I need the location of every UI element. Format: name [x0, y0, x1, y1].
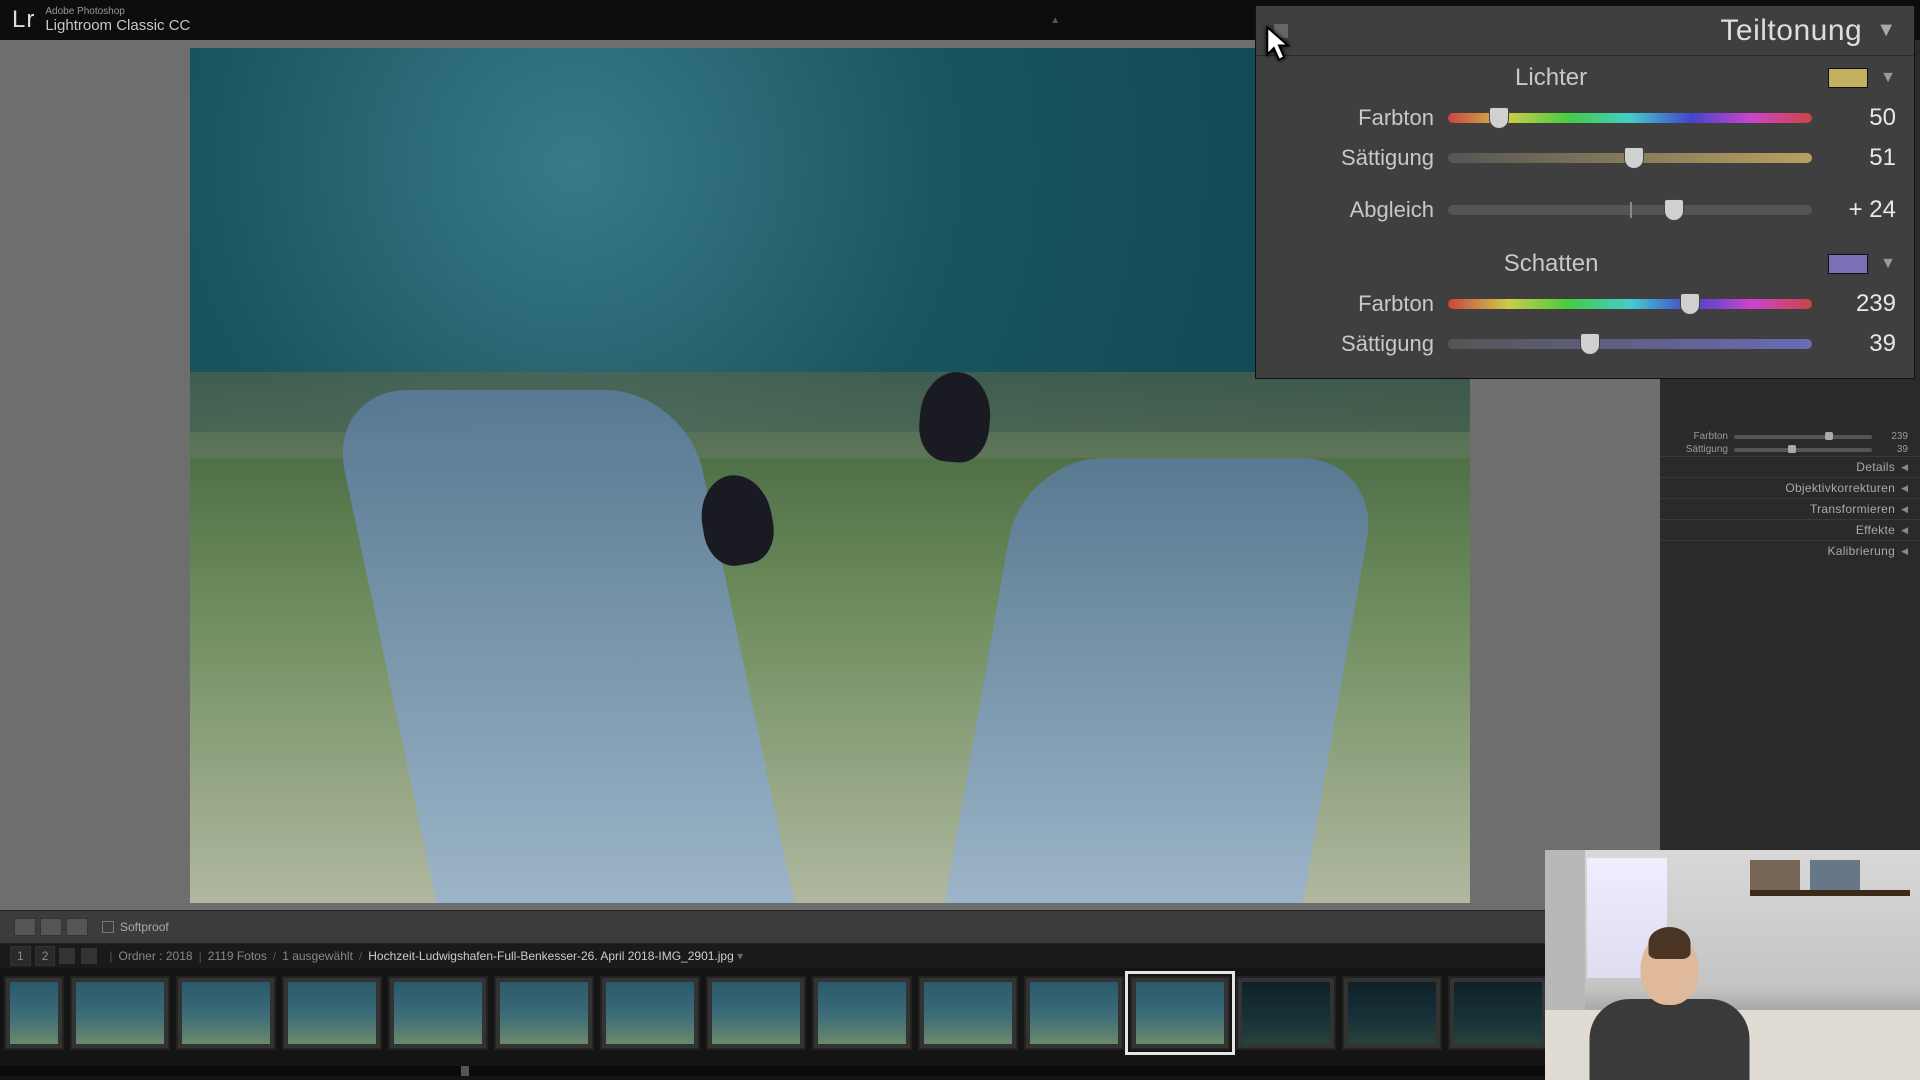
- slider-thumb[interactable]: [1664, 199, 1684, 221]
- scrollbar-thumb[interactable]: [461, 1066, 469, 1076]
- softproof-label: Softproof: [120, 920, 169, 934]
- folder-label: Ordner :: [119, 949, 163, 963]
- filmstrip-thumb[interactable]: [4, 976, 64, 1050]
- slider-thumb[interactable]: [1680, 293, 1700, 315]
- mini-shadow-sat-row[interactable]: Sättigung 39: [1660, 443, 1920, 456]
- chevron-left-icon: ◀: [1901, 462, 1908, 473]
- balance-label: Abgleich: [1274, 197, 1434, 223]
- chevron-down-icon[interactable]: ▾: [737, 949, 743, 963]
- split-toning-panel: Teiltonung ▼ Lichter ▼ Farbton 50 Sättig…: [1255, 5, 1915, 379]
- filmstrip-thumb[interactable]: [600, 976, 700, 1050]
- grid-icon[interactable]: [59, 948, 75, 964]
- filmstrip-thumb[interactable]: [1130, 976, 1230, 1050]
- mini-shadow-sat-value: 39: [1878, 444, 1908, 455]
- chevron-down-icon[interactable]: ▼: [1876, 19, 1896, 42]
- shadows-sat-value[interactable]: 39: [1826, 330, 1896, 358]
- shadows-sat-slider[interactable]: [1448, 339, 1812, 349]
- highlights-sat-slider[interactable]: [1448, 153, 1812, 163]
- section-calibration[interactable]: Kalibrierung◀: [1660, 540, 1920, 561]
- filmstrip-thumb[interactable]: [282, 976, 382, 1050]
- slider-thumb[interactable]: [1580, 333, 1600, 355]
- filmstrip-thumb[interactable]: [1024, 976, 1124, 1050]
- filmstrip-thumb[interactable]: [1236, 976, 1336, 1050]
- slider-thumb[interactable]: [1624, 147, 1644, 169]
- chevron-left-icon: ◀: [1901, 504, 1908, 515]
- softproof-checkbox[interactable]: [102, 921, 114, 933]
- shadows-hue-label: Farbton: [1274, 291, 1434, 317]
- lr-logo: Lr: [12, 6, 35, 34]
- topbar-collapse-icon[interactable]: ▲: [1050, 15, 1060, 26]
- loupe-view-button[interactable]: [14, 918, 36, 936]
- mini-shadow-sat-track[interactable]: [1734, 448, 1872, 452]
- section-details[interactable]: Details◀: [1660, 456, 1920, 477]
- webcam-overlay: [1545, 850, 1920, 1080]
- chevron-left-icon: ◀: [1901, 546, 1908, 557]
- highlights-sat-value[interactable]: 51: [1826, 144, 1896, 172]
- filmstrip-thumb[interactable]: [706, 976, 806, 1050]
- shadows-color-swatch[interactable]: [1828, 254, 1868, 274]
- mini-shadow-hue-track[interactable]: [1734, 435, 1872, 439]
- mini-shadow-hue-row[interactable]: Farbton 239: [1660, 430, 1920, 443]
- sort-icon[interactable]: [81, 948, 97, 964]
- brand-block: Adobe Photoshop Lightroom Classic CC: [45, 6, 190, 34]
- mini-shadow-hue-label: Farbton: [1668, 431, 1728, 442]
- selected-count: 1 ausgewählt: [282, 949, 353, 963]
- highlights-hue-label: Farbton: [1274, 105, 1434, 131]
- current-file-path[interactable]: Hochzeit-Ludwigshafen-Full-Benkesser-26.…: [368, 949, 734, 963]
- balance-slider[interactable]: [1448, 205, 1812, 215]
- shadows-hue-slider[interactable]: [1448, 299, 1812, 309]
- highlights-heading: Lichter: [1274, 64, 1828, 92]
- monitor-1-button[interactable]: 1: [10, 946, 31, 966]
- folder-year: 2018: [166, 949, 193, 963]
- survey-view-button[interactable]: [66, 918, 88, 936]
- section-lens[interactable]: Objektivkorrekturen◀: [1660, 477, 1920, 498]
- filmstrip-thumb[interactable]: [494, 976, 594, 1050]
- chevron-down-icon[interactable]: ▼: [1880, 255, 1896, 273]
- filmstrip-thumb[interactable]: [1342, 976, 1442, 1050]
- chevron-left-icon: ◀: [1901, 525, 1908, 536]
- highlights-hue-value[interactable]: 50: [1826, 104, 1896, 132]
- cursor-icon: [1266, 26, 1292, 60]
- shadows-hue-value[interactable]: 239: [1826, 290, 1896, 318]
- section-effects[interactable]: Effekte◀: [1660, 519, 1920, 540]
- filmstrip-thumb[interactable]: [388, 976, 488, 1050]
- filmstrip-thumb[interactable]: [70, 976, 170, 1050]
- compare-view-button[interactable]: [40, 918, 62, 936]
- highlights-hue-slider[interactable]: [1448, 113, 1812, 123]
- photo-count: 2119 Fotos: [208, 949, 267, 963]
- filmstrip-thumb[interactable]: [918, 976, 1018, 1050]
- split-toning-title: Teiltonung: [1720, 14, 1862, 48]
- shadows-sat-label: Sättigung: [1274, 331, 1434, 357]
- filmstrip-thumb[interactable]: [812, 976, 912, 1050]
- balance-value[interactable]: + 24: [1826, 196, 1896, 224]
- section-transform[interactable]: Transformieren◀: [1660, 498, 1920, 519]
- chevron-down-icon[interactable]: ▼: [1880, 69, 1896, 87]
- highlights-color-swatch[interactable]: [1828, 68, 1868, 88]
- chevron-left-icon: ◀: [1901, 483, 1908, 494]
- slider-thumb[interactable]: [1489, 107, 1509, 129]
- mini-shadow-sat-label: Sättigung: [1668, 444, 1728, 455]
- shadows-heading: Schatten: [1274, 250, 1828, 278]
- mini-shadow-hue-value: 239: [1878, 431, 1908, 442]
- brand-line2: Lightroom Classic CC: [45, 18, 190, 34]
- highlights-sat-label: Sättigung: [1274, 145, 1434, 171]
- filmstrip-thumb[interactable]: [176, 976, 276, 1050]
- monitor-2-button[interactable]: 2: [35, 946, 56, 966]
- filmstrip-thumb[interactable]: [1448, 976, 1548, 1050]
